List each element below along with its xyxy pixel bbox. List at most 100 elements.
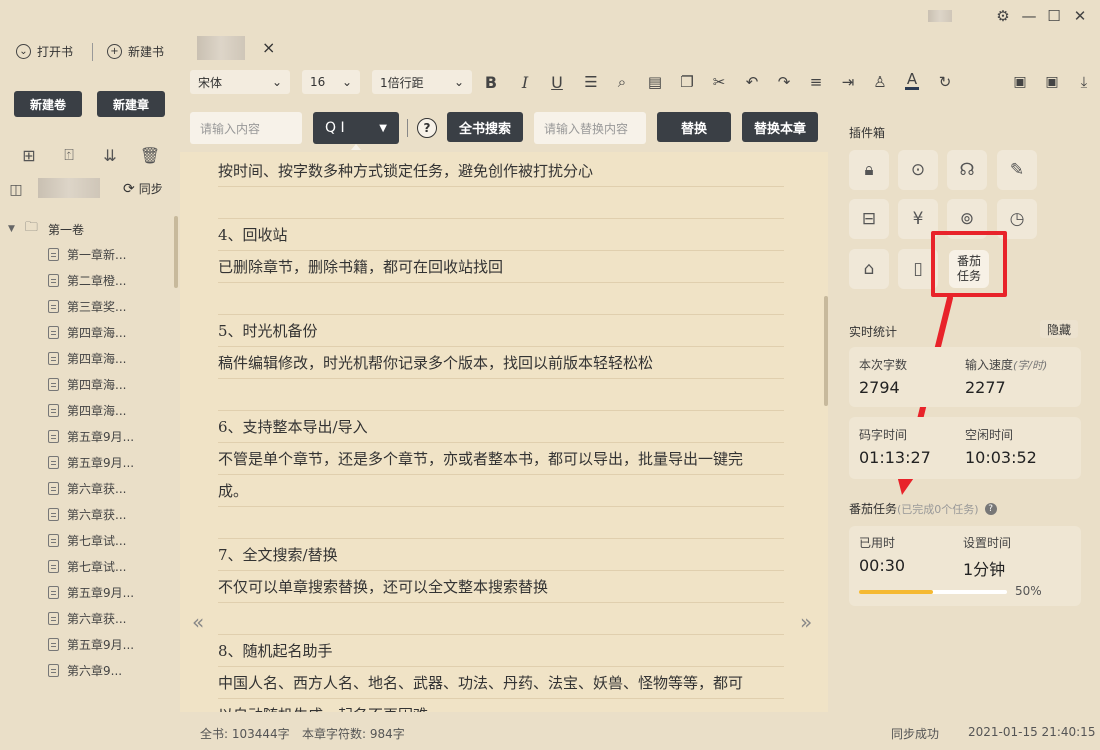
tag-icon[interactable]: ⌂	[849, 249, 889, 289]
editor-line[interactable]: 8、随机起名助手	[218, 635, 784, 667]
chapter-item[interactable]: 第三章奖...	[48, 293, 148, 319]
volume-item[interactable]: ▼ 🗀 第一卷	[8, 218, 84, 240]
chapter-item[interactable]: 第四章海...	[48, 371, 148, 397]
editor-line[interactable]: 已删除章节，删除书籍，都可在回收站找回	[218, 251, 784, 283]
typing-time-label: 码字时间	[859, 428, 908, 442]
editor-line[interactable]: 4、回收站	[218, 219, 784, 251]
shirt-skin-icon[interactable]: ♙	[870, 72, 890, 92]
chapter-item[interactable]: 第五章9月...	[48, 423, 148, 449]
chapter-item[interactable]: 第六章获...	[48, 475, 148, 501]
chapter-item[interactable]: 第四章海...	[48, 345, 148, 371]
trash-icon[interactable]: 🗑	[140, 145, 160, 165]
upload-icon[interactable]: ⍐	[59, 145, 79, 165]
comment-icon[interactable]: ▤	[645, 72, 665, 92]
editor-line[interactable]	[218, 187, 784, 219]
minimize-icon[interactable]: —	[1018, 5, 1040, 27]
magnify-icon[interactable]: ⊙	[898, 150, 938, 190]
replace-button[interactable]: 替换	[657, 112, 731, 142]
search-input[interactable]: 请输入内容	[190, 112, 302, 144]
new-chapter-button[interactable]: 新建章	[97, 91, 165, 117]
editor-line[interactable]: 按时间、按字数多种方式锁定任务，避免创作被打扰分心	[218, 155, 784, 187]
book-tab-blurred[interactable]	[197, 36, 245, 60]
italic-button[interactable]: I	[515, 72, 535, 92]
editor-line[interactable]: 成。	[218, 475, 784, 507]
search-mode-dropdown[interactable]: Q I ▼	[313, 112, 399, 144]
chapter-item[interactable]: 第七章试...	[48, 527, 148, 553]
tomato-help-icon[interactable]: ?	[984, 502, 997, 515]
open-book-button[interactable]: ⌄ 打开书	[16, 43, 73, 60]
save-icon[interactable]: ▣	[1010, 72, 1030, 92]
typing-time-value: 01:13:27	[859, 448, 931, 467]
editor-line[interactable]: 7、全文搜索/替换	[218, 539, 784, 571]
close-tab-icon[interactable]: ×	[262, 38, 275, 57]
redo-icon[interactable]: ↷	[774, 72, 794, 92]
font-color-button[interactable]: A	[902, 70, 922, 90]
sync-button[interactable]: ⟳ 同步	[123, 180, 163, 197]
editor-line[interactable]	[218, 507, 784, 539]
pencil-icon[interactable]: ✎	[997, 150, 1037, 190]
font-size-select[interactable]: 16 ⌄	[302, 70, 360, 94]
indent-icon[interactable]: ⇥	[838, 72, 858, 92]
hide-stats-button[interactable]: 隐藏	[1040, 320, 1078, 338]
search-all-button[interactable]: 全书搜索	[447, 112, 523, 142]
font-select[interactable]: 宋体 ⌄	[190, 70, 290, 94]
save-as-icon[interactable]: ▣	[1042, 72, 1062, 92]
dropdown-pointer	[351, 144, 361, 150]
copy-icon[interactable]: ❐	[677, 72, 697, 92]
next-page-icon[interactable]: »	[800, 610, 812, 634]
head-icon[interactable]: ☊	[947, 150, 987, 190]
editor-line[interactable]: 6、支持整本导出/导入	[218, 411, 784, 443]
maximize-icon[interactable]: ☐	[1043, 5, 1065, 27]
download-icon[interactable]: ⤓	[1074, 72, 1094, 92]
help-icon[interactable]: ?	[417, 118, 437, 138]
editor-line[interactable]: 稿件编辑修改，时光机帮你记录多个版本，找回以前版本轻轻松松	[218, 347, 784, 379]
prev-page-icon[interactable]: «	[192, 610, 204, 634]
panel-toggle-icon[interactable]: ◫	[6, 180, 26, 200]
line-spacing-select[interactable]: 1倍行距 ⌄	[372, 70, 472, 94]
chapter-item[interactable]: 第七章试...	[48, 553, 148, 579]
replace-chapter-button[interactable]: 替换本章	[742, 112, 818, 142]
editor-line[interactable]	[218, 379, 784, 411]
chapter-item[interactable]: 第五章9月...	[48, 631, 148, 657]
editor-line[interactable]: 不仅可以单章搜索替换，还可以全文整本搜索替换	[218, 571, 784, 603]
table-icon[interactable]: ⊟	[849, 199, 889, 239]
chapter-label: 第七章试...	[67, 533, 127, 548]
new-book-button[interactable]: + 新建书	[107, 43, 164, 60]
editor-area[interactable]: 按时间、按字数多种方式锁定任务，避免创作被打扰分心 4、回收站 已删除章节，删除书籍…	[180, 152, 828, 712]
chapter-item[interactable]: 第四章海...	[48, 397, 148, 423]
editor-line[interactable]: 不管是单个章节，还是多个章节，亦或者整本书，都可以导出，批量导出一键完	[218, 443, 784, 475]
editor-scrollbar[interactable]	[824, 296, 828, 406]
bold-button[interactable]: B	[481, 72, 501, 92]
scissors-icon[interactable]: ✂	[709, 72, 729, 92]
lock-icon[interactable]: 🔒︎	[849, 150, 889, 190]
chapter-item[interactable]: 第六章获...	[48, 605, 148, 631]
chapter-item[interactable]: 第六章9...	[48, 657, 148, 683]
align-icon[interactable]: ≡	[806, 72, 826, 92]
chapter-item[interactable]: 第一章新...	[48, 241, 148, 267]
add-file-icon[interactable]: ⊞	[19, 145, 39, 165]
settings-gear-icon[interactable]: ⚙	[992, 5, 1014, 27]
chapter-item[interactable]: 第二章橙...	[48, 267, 148, 293]
editor-line[interactable]: 5、时光机备份	[218, 315, 784, 347]
editor-line[interactable]	[218, 283, 784, 315]
new-volume-button[interactable]: 新建卷	[14, 91, 82, 117]
search-icon[interactable]: ⌕	[612, 72, 632, 92]
refresh-icon[interactable]: ↻	[935, 72, 955, 92]
replace-input[interactable]: 请输入替换内容	[534, 112, 646, 144]
chapter-item[interactable]: 第四章海...	[48, 319, 148, 345]
close-window-icon[interactable]: ✕	[1069, 5, 1091, 27]
chapter-item[interactable]: 第六章获...	[48, 501, 148, 527]
editor-line[interactable]: 以自动随机生成，起名不再困难	[218, 699, 784, 712]
chapter-item[interactable]: 第五章9月...	[48, 579, 148, 605]
editor-line[interactable]	[218, 603, 784, 635]
document-icon	[48, 611, 59, 625]
document-icon	[48, 351, 59, 365]
undo-icon[interactable]: ↶	[742, 72, 762, 92]
chapter-item[interactable]: 第五章9月...	[48, 449, 148, 475]
strikethrough-icon[interactable]: ☰	[581, 72, 601, 92]
editor-line[interactable]: 中国人名、西方人名、地名、武器、功法、丹药、法宝、妖兽、怪物等等，都可	[218, 667, 784, 699]
underline-button[interactable]: U	[547, 72, 567, 92]
sort-icon[interactable]: ⇊	[100, 145, 120, 165]
sidebar-scrollbar[interactable]	[174, 216, 178, 288]
font-size-value: 16	[310, 75, 326, 89]
